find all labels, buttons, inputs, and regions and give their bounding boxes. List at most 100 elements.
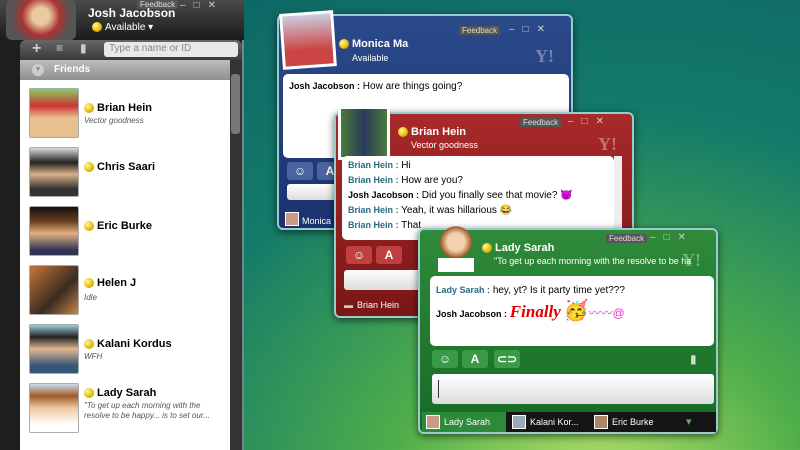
contact-list-header: Feedback –□✕ Josh Jacobson Available ▾ bbox=[0, 0, 244, 40]
message-input[interactable] bbox=[432, 374, 714, 404]
contact-name: Chris Saari bbox=[97, 161, 156, 173]
attach-button[interactable]: ⊂⊃ bbox=[494, 350, 520, 368]
add-contact-icon[interactable]: + bbox=[32, 40, 41, 58]
status-icon bbox=[84, 162, 94, 173]
group-header-friends[interactable]: ▾ Friends bbox=[20, 60, 230, 80]
contact-row[interactable]: Helen J Idle bbox=[20, 259, 230, 318]
contact-status: Idle bbox=[84, 293, 97, 302]
party-horn-icon: 〰〰@ bbox=[588, 306, 625, 320]
emoticon-button[interactable]: ☺ bbox=[287, 162, 313, 180]
contact-status: "To get up each morning with the resolve… bbox=[494, 256, 692, 266]
sort-icon[interactable]: ≡ bbox=[56, 41, 63, 55]
contact-row[interactable]: Kalani Kordus WFH bbox=[20, 318, 230, 377]
contact-row[interactable]: Brian Hein Vector goodness bbox=[20, 82, 230, 141]
tab-avatar bbox=[426, 415, 440, 429]
emoticon-button[interactable]: ☺ bbox=[432, 350, 458, 368]
contact-avatar bbox=[29, 324, 79, 374]
contact-status: WFH bbox=[84, 352, 103, 361]
tab-avatar bbox=[285, 212, 299, 226]
contact-row[interactable]: Chris Saari bbox=[20, 141, 230, 200]
yahoo-logo: Y! bbox=[535, 46, 554, 66]
options-icon[interactable]: ▮ bbox=[80, 41, 87, 55]
user-avatar[interactable] bbox=[6, 0, 76, 40]
contact-avatar bbox=[29, 265, 79, 315]
tab-label: Eric Burke bbox=[612, 417, 654, 427]
feedback-button[interactable]: Feedback bbox=[606, 234, 648, 243]
scrollbar[interactable] bbox=[230, 60, 242, 450]
feedback-button[interactable]: Feedback bbox=[459, 26, 501, 35]
scroll-thumb[interactable] bbox=[231, 74, 240, 134]
tab-label: Brian Hein bbox=[357, 300, 400, 310]
message-text: Finally bbox=[509, 302, 561, 321]
window-controls[interactable]: –□✕ bbox=[509, 24, 553, 35]
contact-avatar bbox=[338, 106, 390, 160]
contact-status: Available bbox=[352, 53, 389, 63]
tab-label: Monica bbox=[302, 216, 332, 226]
feedback-button[interactable]: Feedback bbox=[520, 118, 562, 127]
message-text: Hi bbox=[401, 160, 411, 171]
contact-name: Brian Hein bbox=[97, 102, 153, 114]
status-icon bbox=[84, 221, 94, 232]
collapse-icon[interactable]: ▾ bbox=[32, 64, 44, 76]
window-controls[interactable]: –□✕ bbox=[650, 232, 694, 243]
message-text: Yeah, it was hillarious bbox=[401, 205, 497, 216]
contact-name: Helen J bbox=[97, 277, 137, 289]
status-icon bbox=[84, 339, 94, 350]
message-input[interactable] bbox=[344, 270, 424, 290]
tab-brian[interactable]: ▬ Brian Hein bbox=[344, 300, 399, 310]
search-input[interactable]: Type a name or ID bbox=[104, 42, 238, 57]
tab-kalani-kordus[interactable]: Kalani Kor... bbox=[508, 412, 588, 432]
tab-eric-burke[interactable]: Eric Burke bbox=[590, 412, 670, 432]
contact-avatar bbox=[438, 226, 474, 272]
tab-lady-sarah[interactable]: Lady Sarah bbox=[422, 412, 506, 432]
text-cursor bbox=[438, 380, 439, 398]
emoticon-button[interactable]: ☺ bbox=[346, 246, 372, 264]
font-button[interactable]: A bbox=[376, 246, 402, 264]
contact-status: Vector goodness bbox=[84, 116, 144, 125]
font-button[interactable]: A bbox=[462, 350, 488, 368]
message: Brian Hein : How are you? bbox=[348, 173, 608, 188]
contact-row[interactable]: Eric Burke bbox=[20, 200, 230, 259]
message-text: hey, yt? Is it party time yet??? bbox=[492, 285, 625, 296]
contact-name: Brian Hein bbox=[411, 126, 467, 138]
tab-label: Lady Sarah bbox=[444, 417, 491, 427]
tab-avatar bbox=[512, 415, 526, 429]
group-label: Friends bbox=[54, 64, 91, 75]
status-icon bbox=[84, 278, 94, 289]
message: Josh Jacobson : Did you finally see that… bbox=[348, 188, 608, 203]
options-icon[interactable]: ▮ bbox=[690, 352, 697, 366]
chat-window-lady-sarah: Feedback –□✕ Lady Sarah "To get up each … bbox=[418, 226, 718, 434]
status-icon bbox=[482, 243, 492, 254]
contact-list: Brian Hein Vector goodness Chris Saari Er… bbox=[20, 80, 230, 450]
message-sender: Josh Jacobson : bbox=[436, 309, 508, 319]
status-icon bbox=[92, 22, 102, 33]
window-controls[interactable]: –□✕ bbox=[180, 0, 224, 11]
window-controls[interactable]: –□✕ bbox=[568, 116, 612, 127]
user-name: Josh Jacobson bbox=[88, 6, 176, 20]
message-sender: Brian Hein : bbox=[348, 160, 399, 170]
message-sender: Brian Hein : bbox=[348, 205, 399, 215]
message-sender: Brian Hein : bbox=[348, 175, 399, 185]
contact-name: Eric Burke bbox=[97, 220, 153, 232]
status-icon bbox=[84, 103, 94, 114]
devil-emoticon-icon: 😈 bbox=[560, 190, 573, 201]
yahoo-logo: Y! bbox=[598, 134, 617, 154]
status-icon bbox=[339, 39, 349, 50]
contact-status: Vector goodness bbox=[411, 140, 479, 150]
message: Josh Jacobson : Finally 🥳〰〰@ bbox=[436, 301, 708, 325]
status-selector[interactable]: Available ▾ bbox=[92, 22, 153, 33]
status-icon bbox=[84, 388, 94, 399]
yahoo-logo: Y! bbox=[682, 250, 701, 270]
contact-row[interactable]: Lady Sarah "To get up each morning with t… bbox=[20, 377, 230, 436]
message-text: How are things going? bbox=[362, 81, 463, 92]
message-sender: Brian Hein : bbox=[348, 220, 399, 230]
laughing-emoticon-icon: 😂 bbox=[499, 205, 513, 216]
tab-monica[interactable]: Monica bbox=[285, 210, 331, 226]
tab-menu-icon[interactable]: ▾ bbox=[686, 415, 692, 428]
message-sender: Lady Sarah : bbox=[436, 285, 491, 295]
message-text: How are you? bbox=[401, 175, 463, 186]
message: Lady Sarah : hey, yt? Is it party time y… bbox=[436, 280, 708, 301]
party-emoticon-icon: 🥳 bbox=[563, 300, 589, 322]
status-label: Available bbox=[105, 22, 146, 33]
chat-tabs: Lady Sarah Kalani Kor... Eric Burke ▾ bbox=[422, 412, 716, 432]
